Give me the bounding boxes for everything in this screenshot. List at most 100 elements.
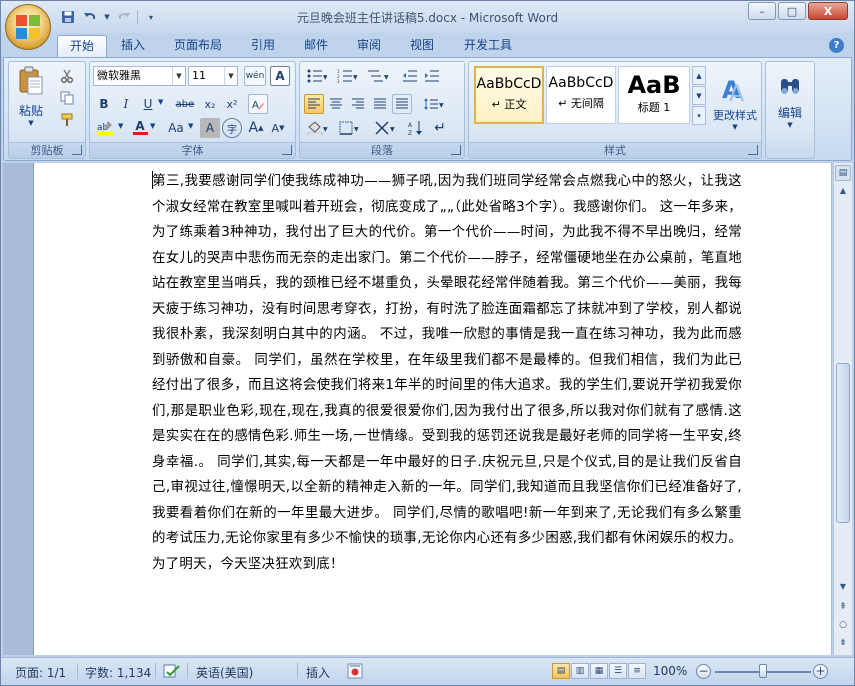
zoom-in-icon[interactable]: +	[813, 664, 828, 679]
cut-icon[interactable]	[57, 66, 77, 86]
highlight-dropdown-icon[interactable]: ▼	[118, 122, 123, 130]
align-left-icon[interactable]	[304, 94, 324, 114]
tab-review[interactable]: 审阅	[345, 35, 393, 57]
borders-icon[interactable]: ▼	[336, 118, 364, 138]
macro-record-icon[interactable]	[347, 663, 363, 682]
outline-view-icon[interactable]: ☰	[609, 663, 627, 679]
tab-insert[interactable]: 插入	[109, 35, 157, 57]
paragraph-group-label: 段落	[300, 142, 464, 158]
scroll-up-icon[interactable]: ▲	[835, 183, 851, 199]
zoom-slider-thumb[interactable]	[759, 664, 767, 678]
font-color-dropdown-icon[interactable]: ▼	[150, 122, 155, 130]
previous-page-icon[interactable]: ⇞	[835, 599, 851, 615]
align-center-icon[interactable]	[326, 94, 346, 114]
subscript-button[interactable]: x₂	[200, 94, 220, 114]
tab-mailings[interactable]: 邮件	[292, 35, 340, 57]
document-body[interactable]: 第三,我要感谢同学们使我练成神功——狮子吼,因为我们班同学经常会点燃我心中的怒火…	[152, 169, 742, 577]
close-button[interactable]: X	[808, 2, 848, 20]
styles-scroll-up-icon[interactable]: ▲	[692, 66, 706, 85]
office-button[interactable]	[5, 4, 51, 50]
bullets-icon[interactable]: ▼	[304, 66, 330, 86]
phonetic-guide-button[interactable]: wén	[244, 66, 266, 86]
word-window: ▼ ▾ 元旦晚会班主任讲话稿5.docx - Microsoft Word – …	[0, 0, 855, 686]
insert-mode-indicator[interactable]: 插入	[306, 664, 330, 681]
font-size-dropdown-icon[interactable]: ▼	[224, 67, 237, 85]
tab-home[interactable]: 开始	[57, 35, 108, 57]
paragraph-dialog-launcher[interactable]	[451, 145, 461, 155]
justify-icon[interactable]	[370, 94, 390, 114]
word-count[interactable]: 字数: 1,134	[85, 664, 151, 681]
font-color-swatch	[132, 132, 148, 135]
change-case-button[interactable]: Aa	[164, 118, 188, 138]
styles-more-icon[interactable]: ▾	[692, 106, 706, 125]
help-icon[interactable]: ?	[829, 38, 844, 53]
tab-developer[interactable]: 开发工具	[452, 35, 524, 57]
font-dialog-launcher[interactable]	[282, 145, 292, 155]
copy-icon[interactable]	[57, 88, 77, 108]
grow-font-button[interactable]: A ▲	[246, 118, 266, 138]
styles-dialog-launcher[interactable]	[748, 145, 758, 155]
tab-view[interactable]: 视图	[398, 35, 446, 57]
zoom-level[interactable]: 100%	[653, 664, 687, 678]
show-marks-icon[interactable]: ↵	[430, 118, 450, 138]
sort-icon[interactable]: AZ	[406, 118, 426, 138]
shrink-font-button[interactable]: A ▼	[268, 118, 288, 138]
language-indicator[interactable]: 英语(美国)	[196, 664, 253, 681]
font-group-label: 字体	[90, 142, 295, 158]
scroll-down-icon[interactable]: ▼	[835, 579, 851, 595]
maximize-button[interactable]: □	[778, 2, 806, 20]
font-size-combo[interactable]: 11 ▼	[188, 66, 238, 86]
document-paragraph[interactable]: 第三,我要感谢同学们使我练成神功——狮子吼,因为我们班同学经常会点燃我心中的怒火…	[152, 169, 742, 577]
format-painter-icon[interactable]	[57, 110, 77, 130]
line-spacing-icon[interactable]: ▼	[420, 94, 448, 114]
clipboard-dialog-launcher[interactable]	[72, 145, 82, 155]
increase-indent-icon[interactable]	[422, 66, 442, 86]
char-shading-button[interactable]: A	[200, 118, 220, 138]
editing-button[interactable]: 编辑 ▼	[770, 66, 810, 138]
document-page[interactable]: 第三,我要感谢同学们使我练成神功——狮子吼,因为我们班同学经常会点燃我心中的怒火…	[33, 163, 831, 655]
highlight-icon[interactable]: ab	[94, 118, 118, 138]
scroll-thumb[interactable]	[836, 363, 850, 523]
svg-text:A: A	[408, 122, 413, 129]
style-no-spacing[interactable]: AaBbCcD ↵ 无间隔	[546, 66, 616, 124]
clear-formatting-icon[interactable]: A	[248, 94, 268, 114]
vertical-scrollbar[interactable]: ▤ ▲ ▼ ⇞ ○ ⇟	[833, 163, 852, 655]
multilevel-list-icon[interactable]: ▼	[364, 66, 392, 86]
chinese-layout-icon[interactable]: ▼	[372, 118, 400, 138]
distributed-icon[interactable]	[392, 94, 412, 114]
style-normal[interactable]: AaBbCcD ↵ 正文	[474, 66, 544, 124]
paste-button[interactable]: 粘贴 ▼	[13, 65, 49, 127]
proofing-icon[interactable]	[163, 664, 181, 681]
select-browse-object-icon[interactable]: ○	[835, 617, 851, 633]
bold-button[interactable]: B	[94, 94, 114, 114]
minimize-button[interactable]: –	[748, 2, 776, 20]
full-screen-reading-icon[interactable]: ▥	[571, 663, 589, 679]
enclose-chars-button[interactable]: 字	[222, 118, 242, 138]
style-heading-1[interactable]: AaB 标题 1	[618, 66, 690, 124]
numbering-icon[interactable]: 1 2 3 ▼	[334, 66, 360, 86]
tab-page-layout[interactable]: 页面布局	[162, 35, 234, 57]
font-name-combo[interactable]: 微软雅黑 ▼	[93, 66, 186, 86]
print-layout-view-icon[interactable]: ▤	[552, 663, 570, 679]
align-right-icon[interactable]	[348, 94, 368, 114]
char-border-button[interactable]: A	[270, 66, 290, 86]
decrease-indent-icon[interactable]	[400, 66, 420, 86]
next-page-icon[interactable]: ⇟	[835, 635, 851, 651]
superscript-button[interactable]: x²	[222, 94, 242, 114]
shading-icon[interactable]: ▼	[304, 118, 332, 138]
ruler-toggle-icon[interactable]: ▤	[835, 165, 851, 181]
web-layout-view-icon[interactable]: ▦	[590, 663, 608, 679]
tab-references[interactable]: 引用	[239, 35, 287, 57]
styles-scroll-down-icon[interactable]: ▼	[692, 86, 706, 105]
italic-button[interactable]: I	[116, 94, 136, 114]
font-color-button[interactable]: A	[130, 118, 150, 138]
change-styles-button[interactable]: AA 更改样式 ▼	[709, 64, 761, 140]
underline-dropdown-icon[interactable]: ▼	[158, 98, 163, 106]
zoom-out-icon[interactable]: −	[696, 664, 711, 679]
strikethrough-button[interactable]: abe	[172, 94, 198, 114]
font-name-dropdown-icon[interactable]: ▼	[172, 67, 185, 85]
draft-view-icon[interactable]: ≡	[628, 663, 646, 679]
change-case-dropdown-icon[interactable]: ▼	[188, 122, 193, 130]
page-count[interactable]: 页面: 1/1	[15, 664, 66, 681]
underline-button[interactable]: U	[138, 94, 158, 114]
